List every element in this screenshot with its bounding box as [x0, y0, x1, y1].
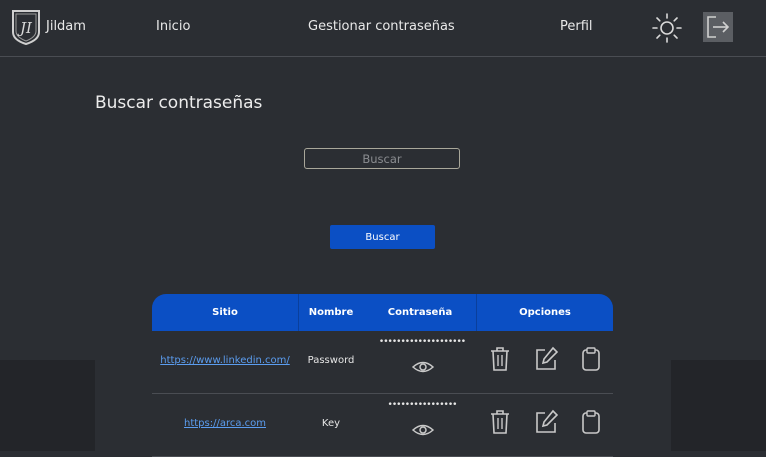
header-contrasena: Contraseña	[387, 307, 453, 318]
trash-icon[interactable]	[488, 409, 512, 435]
site-link[interactable]: https://www.linkedin.com/	[152, 355, 298, 366]
entry-name: Key	[321, 418, 341, 429]
table-header: Sitio Nombre Contraseña Opciones	[152, 294, 613, 331]
password-mask: ••••••••••••••••••••	[378, 337, 466, 347]
header-nombre: Nombre	[308, 307, 354, 318]
search-input[interactable]	[304, 148, 460, 169]
sun-icon[interactable]	[651, 12, 683, 44]
header-opciones: Opciones	[519, 307, 571, 318]
navbar: JI Jildam Inicio Gestionar contraseñas P…	[0, 0, 766, 57]
search-button[interactable]: Buscar	[330, 225, 435, 249]
clipboard-icon[interactable]	[579, 346, 603, 372]
svg-text:JI: JI	[17, 19, 33, 37]
side-gutter-right	[671, 360, 766, 451]
site-link[interactable]: https://arca.com	[152, 418, 298, 429]
side-gutter-left	[0, 360, 95, 451]
page-title: Buscar contraseñas	[95, 93, 263, 113]
entry-name: Password	[307, 355, 355, 366]
password-mask: ••••••••••••••••	[387, 400, 458, 410]
brand-name[interactable]: Jildam	[46, 19, 86, 34]
trash-icon[interactable]	[488, 346, 512, 372]
edit-icon[interactable]	[534, 346, 558, 372]
clipboard-icon[interactable]	[579, 409, 603, 435]
shield-logo-icon[interactable]: JI	[10, 8, 42, 46]
nav-link-inicio[interactable]: Inicio	[156, 19, 190, 34]
nav-link-perfil[interactable]: Perfil	[560, 19, 593, 34]
table-row: https://www.linkedin.com/ Password •••••…	[152, 331, 613, 394]
passwords-table: Sitio Nombre Contraseña Opciones https:/…	[152, 294, 613, 457]
logout-icon[interactable]	[702, 11, 734, 43]
table-row: https://arca.com Key ••••••••••••••••	[152, 394, 613, 457]
eye-icon[interactable]	[411, 420, 435, 440]
edit-icon[interactable]	[534, 409, 558, 435]
header-sitio: Sitio	[212, 307, 238, 318]
nav-link-gestionar[interactable]: Gestionar contraseñas	[308, 19, 455, 34]
eye-icon[interactable]	[411, 357, 435, 377]
